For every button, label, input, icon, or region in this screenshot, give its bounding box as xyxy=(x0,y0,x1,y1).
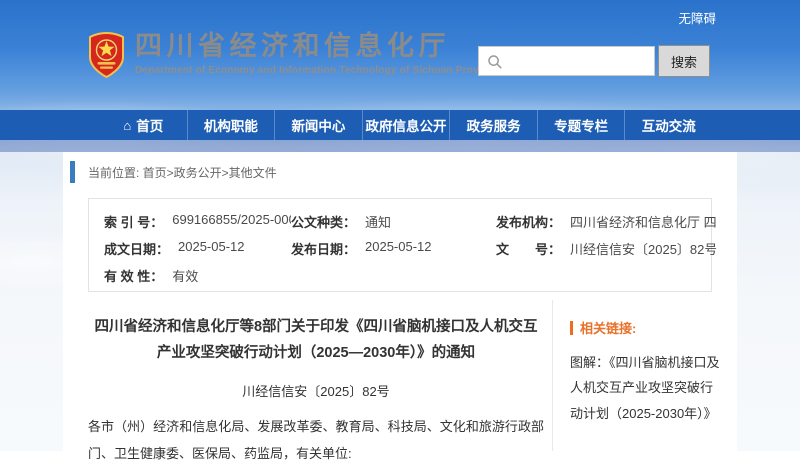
search-input[interactable] xyxy=(479,47,654,75)
meta-value: 699166855/2025-00097 xyxy=(172,212,291,227)
search-icon xyxy=(487,54,503,70)
meta-label: 有 效 性： xyxy=(104,266,163,285)
nav-item-services[interactable]: 政务服务 xyxy=(450,110,538,140)
meta-value: 2025-05-12 xyxy=(365,239,432,254)
meta-label: 发布机构： xyxy=(496,212,561,231)
breadcrumb: 当前位置: 首页>政务公开>其他文件 xyxy=(70,161,277,183)
site-title: 四川省经济和信息化厅 xyxy=(135,32,500,62)
breadcrumb-text[interactable]: 当前位置: 首页>政务公开>其他文件 xyxy=(88,164,277,181)
site-brand: 四川省经济和信息化厅 Department of Economy and Inf… xyxy=(88,32,500,78)
home-icon: ⌂ xyxy=(123,118,131,133)
meta-doc-type: 公文种类： 通知 xyxy=(291,212,496,239)
nav-items: ⌂ 首页 机构职能 新闻中心 政府信息公开 政务服务 专题专栏 互动交流 xyxy=(100,110,712,140)
nav-item-label: 政府信息公开 xyxy=(366,115,447,135)
related-links-header: 相关链接: xyxy=(570,318,737,337)
related-link-item[interactable]: 图解：《四川省脑机接口及人机交互产业攻坚突破行动计划（2025-2030年）》 xyxy=(570,350,720,426)
meta-label: 文 号： xyxy=(496,239,561,258)
nav-item-topics[interactable]: 专题专栏 xyxy=(538,110,626,140)
related-accent-bar xyxy=(570,321,573,335)
content-card: 当前位置: 首页>政务公开>其他文件 索 引 号： 699166855/2025… xyxy=(63,152,737,451)
breadcrumb-accent-bar xyxy=(70,161,75,183)
nav-item-gov-info[interactable]: 政府信息公开 xyxy=(363,110,451,140)
search-box xyxy=(478,46,655,76)
meta-issuing-agency: 发布机构： 四川省经济和信息化厅 四川... xyxy=(496,212,716,239)
meta-label: 成文日期： xyxy=(104,239,169,258)
related-links-sidebar: 相关链接: 图解：《四川省脑机接口及人机交互产业攻坚突破行动计划（2025-20… xyxy=(552,300,737,451)
nav-shadow-strip xyxy=(0,140,800,152)
nav-item-functions[interactable]: 机构职能 xyxy=(188,110,276,140)
nav-item-label: 政务服务 xyxy=(467,115,521,135)
meta-value: 四川省经济和信息化厅 四川... xyxy=(570,212,716,231)
national-emblem-icon xyxy=(88,32,125,78)
meta-label: 索 引 号： xyxy=(104,212,163,231)
document-body: 各市（州）经济和信息化局、发展改革委、教育局、科技局、文化和旅游行政部门、卫生健… xyxy=(88,414,544,467)
accessibility-link[interactable]: 无障碍 xyxy=(678,8,716,27)
related-links-title: 相关链接: xyxy=(580,318,636,337)
meta-validity: 有 效 性： 有效 xyxy=(104,266,291,293)
nav-item-news[interactable]: 新闻中心 xyxy=(275,110,363,140)
main-nav: ⌂ 首页 机构职能 新闻中心 政府信息公开 政务服务 专题专栏 互动交流 xyxy=(0,110,800,140)
meta-doc-number: 文 号： 川经信信安〔2025〕82号 xyxy=(496,239,716,266)
nav-item-label: 新闻中心 xyxy=(291,115,345,135)
nav-item-label: 互动交流 xyxy=(642,115,696,135)
site-subtitle: Department of Economy and Information Te… xyxy=(135,65,500,76)
nav-item-home[interactable]: ⌂ 首页 xyxy=(100,110,188,140)
meta-publish-date: 发布日期： 2025-05-12 xyxy=(291,239,496,266)
meta-label: 公文种类： xyxy=(291,212,356,231)
meta-value: 2025-05-12 xyxy=(178,239,245,254)
document-number: 川经信信安〔2025〕82号 xyxy=(88,381,544,400)
meta-value: 有效 xyxy=(172,266,198,285)
search-button[interactable]: 搜索 xyxy=(658,45,710,77)
meta-value: 通知 xyxy=(365,212,391,231)
nav-item-label: 首页 xyxy=(136,115,163,135)
document-title: 四川省经济和信息化厅等8部门关于印发《四川省脑机接口及人机交互产业攻坚突破行动计… xyxy=(88,314,544,366)
meta-index-number: 索 引 号： 699166855/2025-00097 xyxy=(104,212,291,239)
document-meta-table: 索 引 号： 699166855/2025-00097 公文种类： 通知 发布机… xyxy=(88,198,712,292)
meta-written-date: 成文日期： 2025-05-12 xyxy=(104,239,291,266)
nav-item-interaction[interactable]: 互动交流 xyxy=(625,110,712,140)
meta-value: 川经信信安〔2025〕82号 xyxy=(570,239,716,258)
nav-item-label: 专题专栏 xyxy=(554,115,608,135)
article: 四川省经济和信息化厅等8部门关于印发《四川省脑机接口及人机交互产业攻坚突破行动计… xyxy=(88,314,544,467)
meta-label: 发布日期： xyxy=(291,239,356,258)
search-bar: 搜索 xyxy=(478,45,710,77)
nav-item-label: 机构职能 xyxy=(204,115,258,135)
